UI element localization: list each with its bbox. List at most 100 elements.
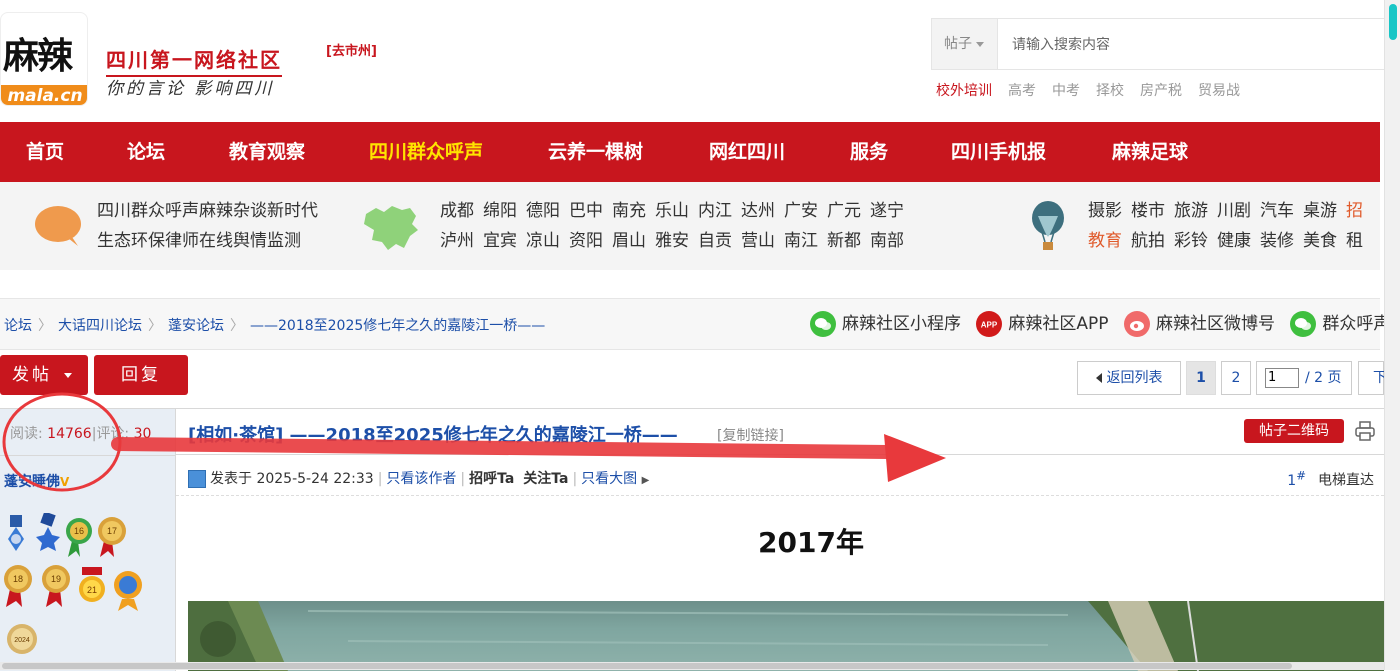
print-icon[interactable] [1354,420,1376,442]
breadcrumb-link[interactable]: 大话四川论坛 [58,318,142,334]
topic-link[interactable]: 汽车 [1260,201,1294,221]
floor-number[interactable]: 1# [1287,468,1306,489]
site-logo[interactable]: 麻辣 mala.cn [0,12,88,106]
new-post-label: 发帖 [12,365,52,385]
city-link[interactable]: 雅安 [655,231,689,251]
topic-link[interactable]: 旅游 [1174,201,1208,221]
social-link-weibo[interactable]: 麻辣社区微博号 [1123,309,1275,337]
city-link[interactable]: 南充 [612,201,646,221]
hot-tag[interactable]: 贸易战 [1198,83,1240,99]
social-link-voice[interactable]: 群众呼声 [1290,309,1390,337]
nav-item-home[interactable]: 首页 [26,122,64,182]
nav-item-tree[interactable]: 云养一棵树 [548,122,643,182]
scrollbar-thumb[interactable] [1389,4,1397,40]
post-stats: 阅读: 14766|评论: 30 [10,423,151,443]
city-link[interactable]: 凉山 [526,231,560,251]
nav-item-service[interactable]: 服务 [850,122,888,182]
vertical-scrollbar[interactable] [1384,0,1400,670]
follow-link[interactable]: 关注Ta [523,471,568,487]
author-name[interactable]: 蓬安睡佛V [4,471,69,491]
city-link[interactable]: 德阳 [526,201,560,221]
topic-link[interactable]: 楼市 [1131,201,1165,221]
breadcrumb-current[interactable]: ——2018至2025修七年之久的嘉陵江一桥—— [250,318,545,334]
topic-link[interactable]: 租 [1346,231,1363,251]
topic-link[interactable]: 彩铃 [1174,231,1208,251]
nav-item-voice[interactable]: 四川群众呼声 [369,122,483,182]
breadcrumb-bar: 论坛〉大话四川论坛〉蓬安论坛〉 ——2018至2025修七年之久的嘉陵江一桥—— … [0,298,1390,350]
only-author-link[interactable]: 只看该作者 [386,471,456,487]
city-switch-link[interactable]: [去市州] [326,40,377,59]
page-button-current[interactable]: 1 [1186,361,1216,395]
hot-air-balloon-icon [1032,201,1064,250]
copy-link-button[interactable]: [复制链接] [717,425,784,445]
hot-tag[interactable]: 中考 [1052,83,1080,99]
topic-link[interactable]: 装修 [1260,231,1294,251]
new-post-button[interactable]: 发帖 [0,355,88,395]
big-image-link[interactable]: 只看大图 [581,471,637,487]
breadcrumb-link[interactable]: 蓬安论坛 [168,318,224,334]
topic-link[interactable]: 健康 [1217,231,1251,251]
back-to-list-label: 返回列表 [1106,370,1163,386]
social-link-app[interactable]: APP 麻辣社区APP [976,309,1109,337]
voice-link-row[interactable]: 四川群众呼声麻辣杂谈新时代 [97,196,318,226]
city-link[interactable]: 南江 [784,231,818,251]
city-link[interactable]: 广元 [827,201,861,221]
reply-button[interactable]: 回复 [94,355,188,395]
topic-links: 摄影 楼市 旅游 川剧 汽车 桌游招 教育 航拍 彩铃 健康 装修 美食租 [1088,196,1372,256]
topic-link[interactable]: 桌游 [1303,201,1337,221]
topic-link[interactable]: 川剧 [1217,201,1251,221]
social-link-miniprogram[interactable]: 麻辣社区小程序 [810,309,961,337]
city-link[interactable]: 乐山 [655,201,689,221]
city-link[interactable]: 遂宁 [870,201,904,221]
medal-2024-icon: 2024 [7,624,37,654]
wechat-icon [1290,311,1317,337]
topic-link[interactable]: 招 [1346,201,1363,221]
scrollbar-thumb[interactable] [2,663,1292,669]
city-link[interactable]: 宜宾 [483,231,517,251]
city-link[interactable]: 绵阳 [483,201,517,221]
nav-item-mobile-news[interactable]: 四川手机报 [951,122,1046,182]
hot-tag[interactable]: 校外培训 [936,83,992,99]
city-link[interactable]: 巴中 [569,201,603,221]
horizontal-scrollbar[interactable] [0,662,1384,670]
separator: | [460,471,466,487]
nav-item-influencer[interactable]: 网红四川 [709,122,785,182]
medal-number: 16 [74,526,84,536]
city-link[interactable]: 眉山 [612,231,646,251]
next-page-button[interactable]: 下 [1358,361,1387,395]
page-jump-input[interactable]: 1 [1265,368,1299,388]
post-qrcode-button[interactable]: 帖子二维码 [1244,419,1344,443]
hot-tag[interactable]: 择校 [1096,83,1124,99]
city-link[interactable]: 南部 [870,231,904,251]
city-link[interactable]: 达州 [741,201,775,221]
city-link[interactable]: 成都 [440,201,474,221]
city-link[interactable]: 泸州 [440,231,474,251]
nav-item-forum[interactable]: 论坛 [127,122,165,182]
topic-link[interactable]: 航拍 [1131,231,1165,251]
post-meta-row: 发表于 2025-5-24 22:33 | 只看该作者 | 招呼Ta 关注Ta | 只看大图… [176,456,1384,496]
back-to-list-button[interactable]: 返回列表 [1077,361,1181,395]
city-link[interactable]: 营山 [741,231,775,251]
city-link[interactable]: 自贡 [698,231,732,251]
city-link[interactable]: 广安 [784,201,818,221]
city-link[interactable]: 新都 [827,231,861,251]
voice-link-row[interactable]: 生态环保律师在线舆情监测 [97,226,318,256]
page-button[interactable]: 2 [1221,361,1251,395]
breadcrumb-link[interactable]: 论坛 [4,318,32,334]
nav-item-football[interactable]: 麻辣足球 [1112,122,1188,182]
aerial-river-photo[interactable] [188,601,1384,671]
city-link[interactable]: 资阳 [569,231,603,251]
hot-tag[interactable]: 房产税 [1140,83,1182,99]
search-type-select[interactable]: 帖子 [932,19,998,69]
nav-item-education[interactable]: 教育观察 [229,122,305,182]
greet-link[interactable]: 招呼Ta [469,471,514,487]
elevator-link[interactable]: 电梯直达 [1318,473,1374,489]
medal-21-icon: 21 [79,567,105,602]
topic-link[interactable]: 教育 [1088,231,1122,251]
city-link[interactable]: 内江 [698,201,732,221]
post-title[interactable]: [相如·茶馆] ——2018至2025修七年之久的嘉陵江一桥—— [188,421,678,447]
hot-tag[interactable]: 高考 [1008,83,1036,99]
topic-link[interactable]: 摄影 [1088,201,1122,221]
topic-link[interactable]: 美食 [1303,231,1337,251]
search-input[interactable] [998,19,1392,69]
